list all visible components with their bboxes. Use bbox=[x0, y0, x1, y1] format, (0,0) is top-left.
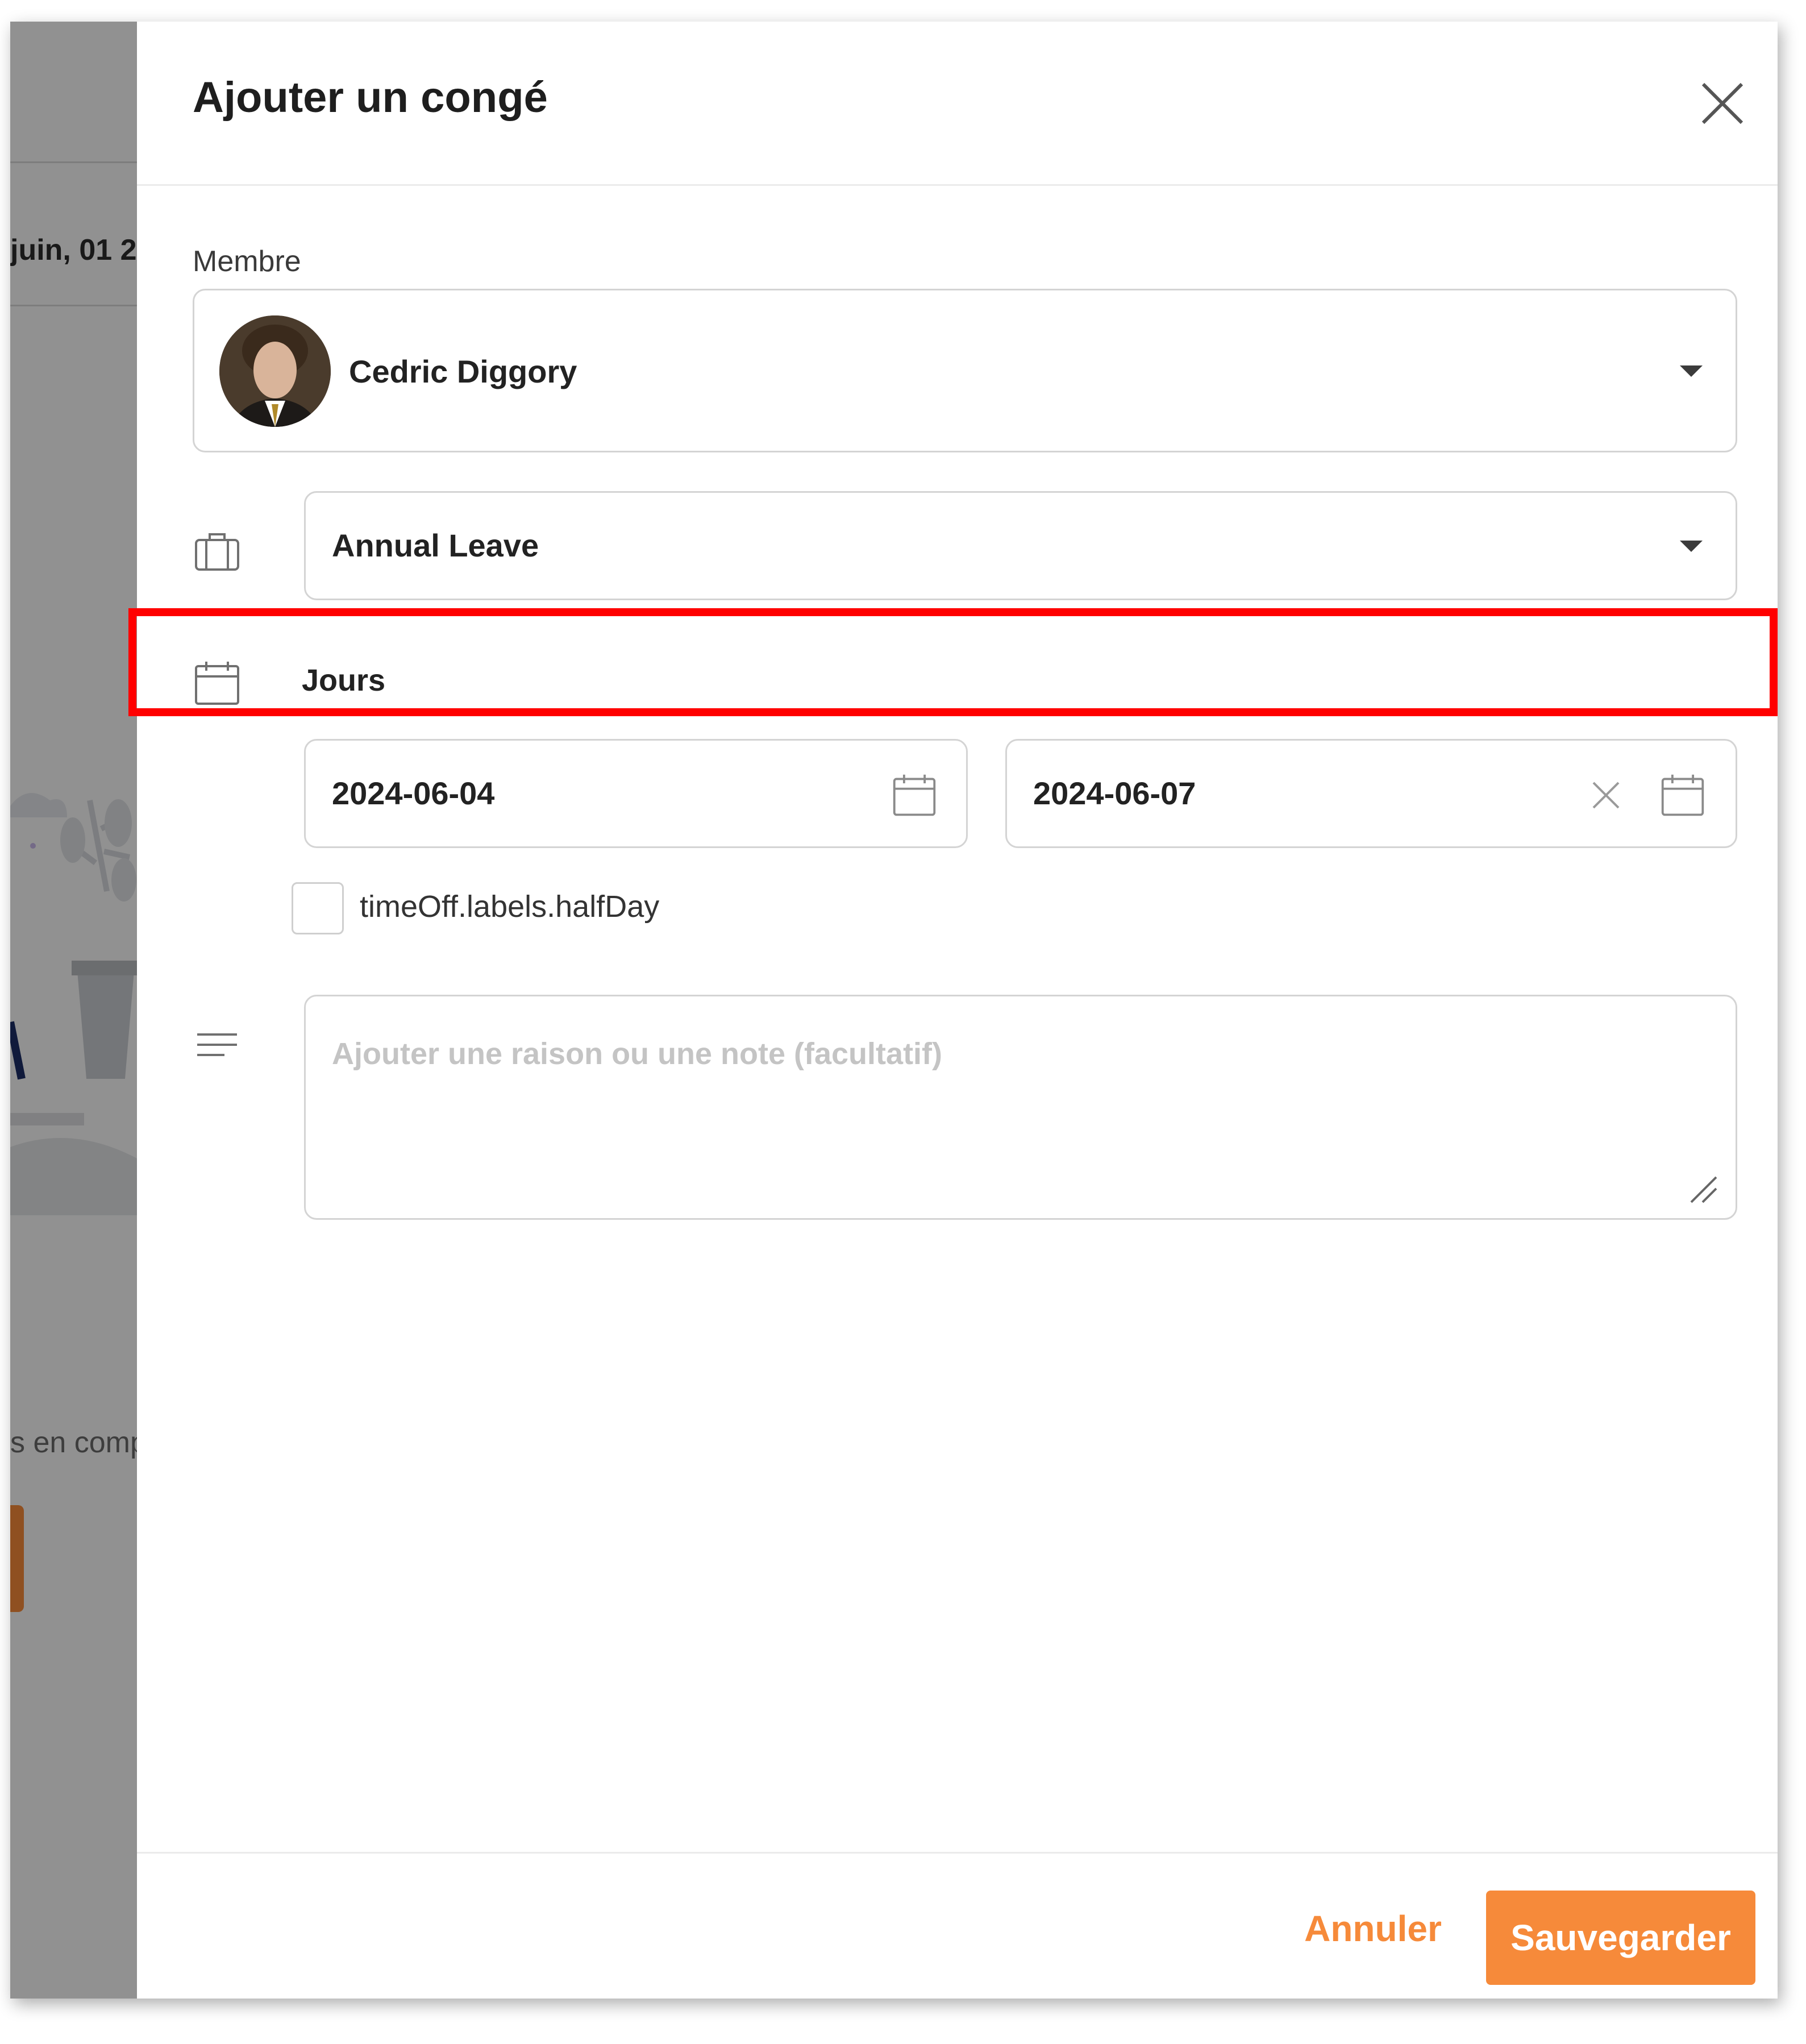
calendar-icon[interactable] bbox=[1659, 772, 1706, 819]
highlight-box bbox=[128, 608, 1778, 716]
footer-divider bbox=[137, 1852, 1778, 1854]
modal-overlay[interactable] bbox=[10, 22, 137, 1999]
calendar-icon[interactable] bbox=[891, 772, 938, 819]
save-button[interactable]: Sauvegarder bbox=[1486, 1891, 1755, 1985]
dialog-title: Ajouter un congé bbox=[193, 73, 548, 122]
close-icon bbox=[1701, 82, 1743, 124]
clear-icon[interactable] bbox=[1590, 779, 1622, 811]
leave-type-select[interactable]: Annual Leave bbox=[304, 491, 1737, 600]
half-day-label: timeOff.labels.halfDay bbox=[360, 890, 660, 924]
note-textarea[interactable]: Ajouter une raison ou une note (facultat… bbox=[304, 995, 1737, 1220]
leave-type-value: Annual Leave bbox=[332, 527, 539, 563]
member-select[interactable]: Cedric Diggory bbox=[193, 289, 1737, 452]
close-button[interactable] bbox=[1695, 76, 1750, 131]
resize-handle-icon[interactable] bbox=[1688, 1174, 1720, 1206]
member-label: Membre bbox=[193, 245, 301, 278]
member-name: Cedric Diggory bbox=[349, 354, 577, 389]
half-day-checkbox[interactable] bbox=[292, 882, 344, 934]
app-window: juin, 01 2 s en comp Ajouter un congé Me… bbox=[10, 22, 1778, 1999]
end-date-input[interactable]: 2024-06-07 bbox=[1005, 739, 1737, 848]
start-date-input[interactable]: 2024-06-04 bbox=[304, 739, 968, 848]
note-placeholder: Ajouter une raison ou une note (facultat… bbox=[332, 1037, 943, 1071]
end-date-value: 2024-06-07 bbox=[1033, 775, 1196, 811]
cancel-button[interactable]: Annuler bbox=[1296, 1892, 1450, 1966]
header-divider bbox=[137, 184, 1778, 186]
start-date-value: 2024-06-04 bbox=[332, 775, 495, 811]
chevron-down-icon bbox=[1680, 541, 1703, 552]
text-lines-icon bbox=[197, 1033, 237, 1056]
chevron-down-icon bbox=[1680, 365, 1703, 377]
avatar bbox=[219, 315, 331, 427]
add-leave-dialog: Ajouter un congé Membre Cedric Diggory A… bbox=[137, 22, 1778, 1999]
briefcase-icon bbox=[195, 533, 239, 571]
